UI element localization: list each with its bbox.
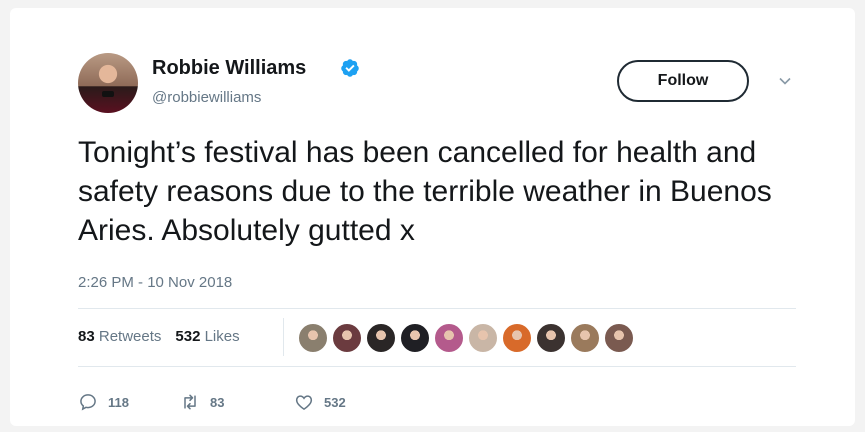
like-button[interactable]: 532 xyxy=(294,392,346,412)
reply-count: 118 xyxy=(108,394,129,410)
chevron-down-icon[interactable] xyxy=(778,74,792,88)
retweet-icon xyxy=(184,394,196,410)
reply-button[interactable]: 118 xyxy=(78,392,129,412)
retweet-action-count: 83 xyxy=(210,394,225,410)
liker-avatar[interactable] xyxy=(434,323,464,353)
tweet-text: Tonight’s festival has been cancelled fo… xyxy=(78,136,772,247)
like-action-count: 532 xyxy=(324,394,346,410)
liker-avatar[interactable] xyxy=(536,323,566,353)
engagement-stats: 83 Retweets 532 Likes xyxy=(78,328,240,345)
liker-avatar[interactable] xyxy=(332,323,362,353)
bow-tie-shape xyxy=(102,91,114,97)
likes-label: Likes xyxy=(204,328,240,345)
verified-badge-icon xyxy=(341,59,359,77)
likes-stat[interactable]: 532 Likes xyxy=(175,328,239,345)
liker-avatar[interactable] xyxy=(298,323,328,353)
retweets-stat[interactable]: 83 Retweets xyxy=(78,328,161,345)
retweet-button[interactable]: 83 xyxy=(180,392,224,412)
tweet-timestamp[interactable]: 2:26 PM - 10 Nov 2018 xyxy=(78,274,232,291)
liker-avatar[interactable] xyxy=(570,323,600,353)
author-name[interactable]: Robbie Williams xyxy=(152,57,306,80)
liker-avatar[interactable] xyxy=(400,323,430,353)
divider-top xyxy=(78,308,796,309)
author-avatar[interactable] xyxy=(78,53,138,113)
follow-button[interactable]: Follow xyxy=(617,60,749,102)
reply-icon xyxy=(80,394,96,411)
divider-bottom xyxy=(78,366,796,367)
retweets-count: 83 xyxy=(78,328,95,345)
heart-icon xyxy=(295,395,313,410)
retweets-label: Retweets xyxy=(98,328,162,345)
liker-avatar[interactable] xyxy=(604,323,634,353)
tweet-card: Robbie Williams @robbiewilliams Follow T… xyxy=(10,8,855,426)
author-handle[interactable]: @robbiewilliams xyxy=(152,89,261,106)
liker-avatar[interactable] xyxy=(468,323,498,353)
liker-avatar[interactable] xyxy=(502,323,532,353)
liker-avatar[interactable] xyxy=(366,323,396,353)
likes-count: 532 xyxy=(175,328,201,345)
stats-separator xyxy=(283,318,284,356)
